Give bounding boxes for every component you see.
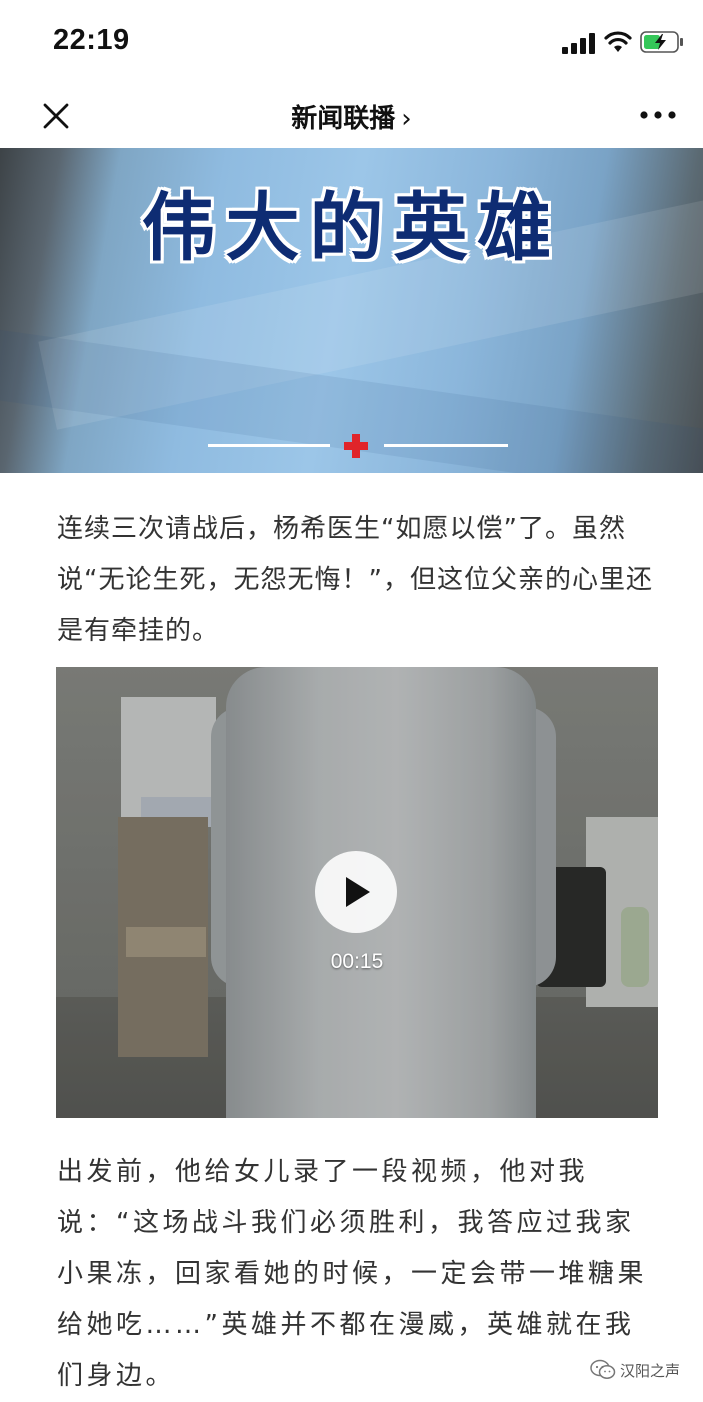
chevron-right-icon: › (401, 104, 412, 134)
nav-bar: 新闻联播 › (0, 86, 703, 148)
more-dots-icon[interactable] (636, 100, 680, 130)
banner-divider-right (384, 444, 508, 447)
article-paragraph-2: 出发前，他给女儿录了一段视频，他对我说：“这场战斗我们必须胜利，我答应过我家小果… (57, 1157, 648, 1391)
cellular-signal-icon (562, 33, 595, 54)
red-cross-icon (344, 434, 368, 458)
nav-title: 新闻联播 (291, 104, 396, 134)
video-player[interactable]: 00:15 (56, 667, 658, 1118)
banner-image: 伟大的英雄 央视 新闻 (0, 148, 703, 473)
play-icon (346, 877, 370, 907)
banner-divider-left (208, 444, 330, 447)
wechat-icon (590, 1359, 616, 1379)
wifi-icon (604, 31, 632, 52)
status-bar: 22:19 (0, 0, 703, 86)
battery-charging-icon (640, 31, 683, 53)
source-watermark: 汉阳之声 (590, 1355, 680, 1385)
status-time: 22:19 (53, 24, 130, 56)
watermark-text: 汉阳之声 (620, 1361, 681, 1380)
banner-title: 伟大的英雄 (141, 185, 562, 271)
article-paragraph-1: 连续三次请战后，杨希医生“如愿以偿”了。虽然说“无论生死，无怨无悔！”，但这位父… (57, 514, 653, 646)
nav-title-button[interactable]: 新闻联播 › (0, 98, 703, 135)
play-button[interactable] (315, 851, 397, 933)
video-duration: 00:15 (330, 950, 384, 973)
